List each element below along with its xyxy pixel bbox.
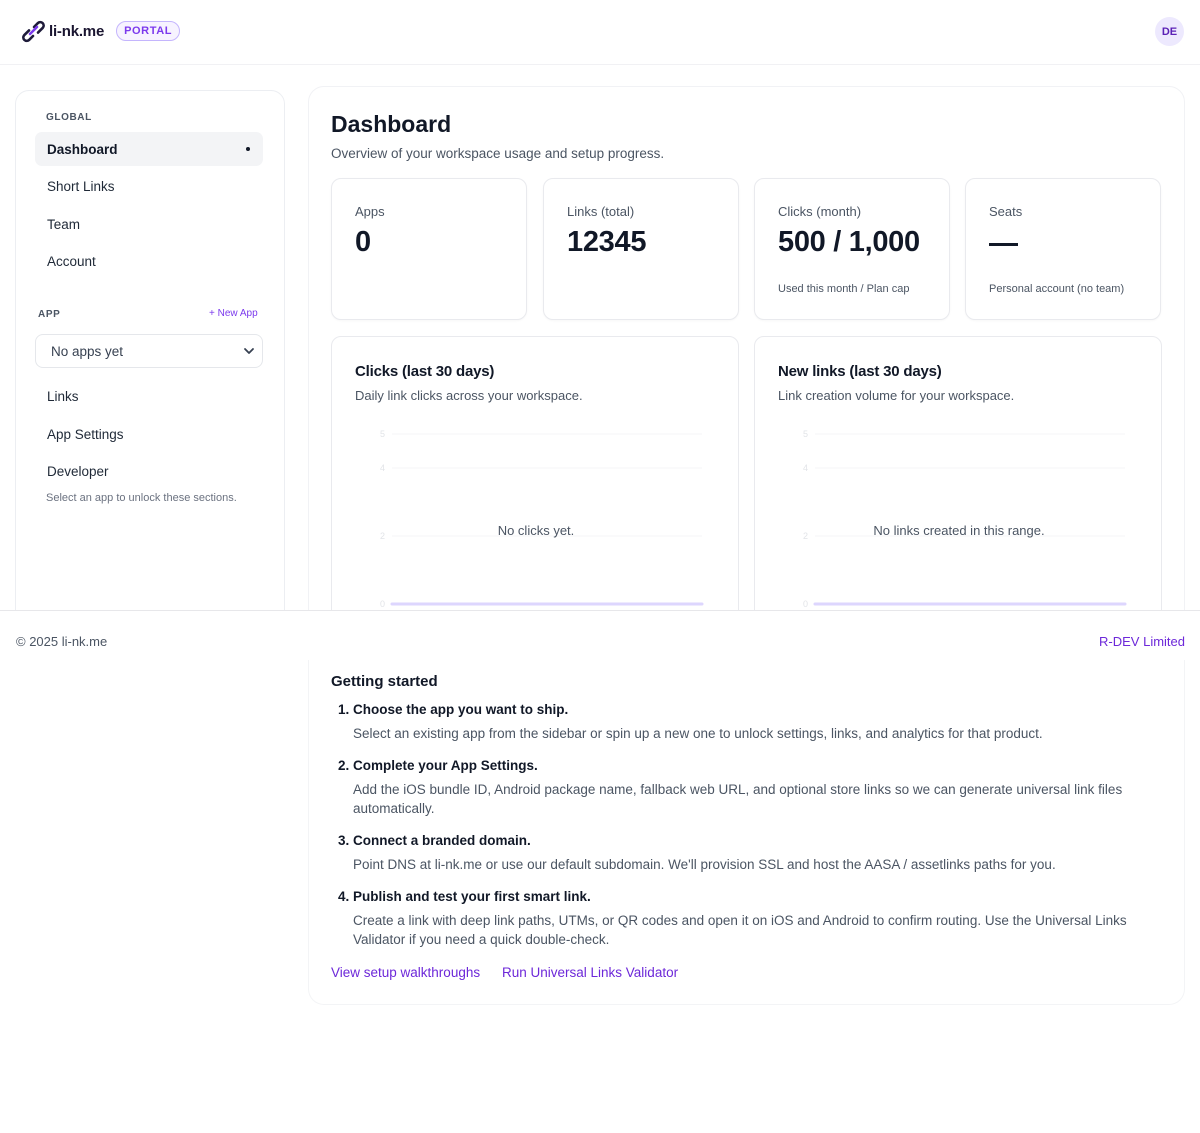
sidebar-item-label: Links <box>47 388 79 404</box>
chart-empty-message: No clicks yet. <box>497 523 575 538</box>
sidebar-item-developer[interactable]: Developer <box>35 454 263 488</box>
company-link[interactable]: R-DEV Limited <box>1099 634 1185 649</box>
sidebar-item-team[interactable]: Team <box>35 207 263 241</box>
chart-title: New links (last 30 days) <box>778 363 942 380</box>
global-section-label: GLOBAL <box>46 112 92 123</box>
chart-empty-message: No links created in this range. <box>873 523 1045 538</box>
sidebar-item-label: Account <box>47 253 96 269</box>
stat-card-clicks: Clicks (month) 500 / 1,000 Used this mon… <box>754 178 950 320</box>
step-heading: 3. Connect a branded domain. <box>338 833 531 848</box>
step-heading: 1. Choose the app you want to ship. <box>338 702 569 717</box>
page-subtitle: Overview of your workspace usage and set… <box>331 146 665 161</box>
stat-card-apps: Apps 0 <box>331 178 527 320</box>
step-body: Point DNS at li-nk.me or use our default… <box>353 857 1056 872</box>
sidebar-item-label: App Settings <box>47 426 124 442</box>
stat-label: Clicks (month) <box>778 204 862 219</box>
empty-dash-icon <box>989 243 1018 246</box>
new-app-button[interactable]: + New App <box>209 308 258 319</box>
page-title: Dashboard <box>331 111 452 137</box>
stat-card-links: Links (total) 12345 <box>543 178 739 320</box>
y-tick-label: 0 <box>380 599 385 609</box>
stat-value: 12345 <box>567 226 647 258</box>
step-body: Create a link with deep link paths, UTMs… <box>353 913 1127 947</box>
brand-name: li-nk.me <box>49 22 105 40</box>
chart-title: Clicks (last 30 days) <box>355 363 495 380</box>
copyright: © 2025 li-nk.me <box>16 634 108 649</box>
chevron-down-icon <box>244 348 254 354</box>
brand[interactable]: li-nk.me PORTAL <box>22 18 181 44</box>
user-avatar[interactable]: DE <box>1155 17 1184 46</box>
step-heading: 2. Complete your App Settings. <box>338 758 538 773</box>
chart-card-new-links: 5420 New links (last 30 days) Link creat… <box>754 336 1162 636</box>
step-heading: 4. Publish and test your first smart lin… <box>338 889 591 904</box>
sidebar-item-label: Dashboard <box>47 141 118 157</box>
y-tick-label: 0 <box>803 599 808 609</box>
y-tick-label: 4 <box>380 463 385 473</box>
y-tick-label: 4 <box>803 463 808 473</box>
chart-plot: 5420 <box>380 429 704 609</box>
step-body: Select an existing app from the sidebar … <box>353 726 1043 741</box>
active-dot-icon <box>246 147 250 151</box>
sidebar-item-label: Developer <box>47 463 109 479</box>
sidebar-item-label: Short Links <box>47 178 115 194</box>
chart-subtitle: Daily link clicks across your workspace. <box>355 388 583 403</box>
universal-links-validator-link[interactable]: Run Universal Links Validator <box>502 965 678 980</box>
y-tick-label: 5 <box>803 429 808 439</box>
setup-walkthroughs-link[interactable]: View setup walkthroughs <box>331 965 480 980</box>
stat-note: Personal account (no team) <box>989 283 1125 295</box>
getting-started-step: 4. Publish and test your first smart lin… <box>338 889 1168 949</box>
chart-plot: 5420 <box>803 429 1127 609</box>
sidebar-item-app-settings[interactable]: App Settings <box>35 417 263 451</box>
stat-value: 0 <box>355 226 371 258</box>
getting-started-step: 2. Complete your App Settings. Add the i… <box>338 758 1168 818</box>
chart-subtitle: Link creation volume for your workspace. <box>778 388 1015 403</box>
sidebar-item-short-links[interactable]: Short Links <box>35 169 263 203</box>
stat-note: Used this month / Plan cap <box>778 283 910 295</box>
sidebar-item-label: Team <box>47 216 81 232</box>
sidebar-item-account[interactable]: Account <box>35 244 263 278</box>
stat-label: Seats <box>989 204 1023 219</box>
portal-badge: PORTAL <box>116 21 181 41</box>
getting-started-title: Getting started <box>331 673 438 690</box>
stat-card-seats: Seats Personal account (no team) <box>965 178 1161 320</box>
stat-value: 500 / 1,000 <box>778 226 920 258</box>
app-section-label: APP <box>38 309 61 320</box>
y-tick-label: 5 <box>380 429 385 439</box>
sidebar: GLOBAL Dashboard Short Links Team Accoun… <box>15 90 285 630</box>
sidebar-item-dashboard[interactable]: Dashboard <box>35 132 263 166</box>
chart-card-clicks: 5420 Clicks (last 30 days) Daily link cl… <box>331 336 739 636</box>
top-bar: li-nk.me PORTAL DE <box>0 0 1200 65</box>
link-logo-icon <box>22 20 45 43</box>
sidebar-item-links[interactable]: Links <box>35 379 263 413</box>
app-select-value: No apps yet <box>51 343 124 359</box>
stat-label: Apps <box>355 204 385 219</box>
getting-started-step: 3. Connect a branded domain. Point DNS a… <box>338 833 1168 874</box>
app-select[interactable]: No apps yet <box>35 334 263 368</box>
getting-started-step: 1. Choose the app you want to ship. Sele… <box>338 702 1168 743</box>
stat-label: Links (total) <box>567 204 635 219</box>
step-body: Add the iOS bundle ID, Android package n… <box>353 782 1123 816</box>
sidebar-hint: Select an app to unlock these sections. <box>46 492 237 504</box>
